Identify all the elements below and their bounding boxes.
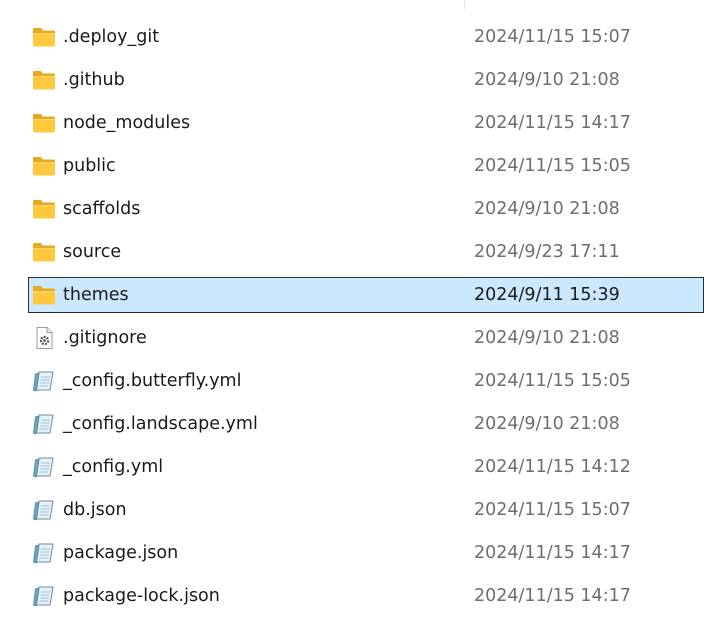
file-date-modified: 2024/9/10 21:08 [474,328,620,348]
settings-file-icon [32,327,56,349]
file-row[interactable]: _config.landscape.yml 2024/9/10 21:08 [28,406,704,442]
folder-icon [32,155,56,177]
file-date-modified: 2024/9/10 21:08 [474,70,620,90]
file-date-modified: 2024/11/15 14:17 [474,113,631,133]
file-name: package-lock.json [63,586,220,606]
file-date-modified: 2024/11/15 14:17 [474,586,631,606]
file-name: themes [63,285,129,305]
file-date-modified: 2024/11/15 14:17 [474,543,631,563]
file-row[interactable]: scaffolds 2024/9/10 21:08 [28,191,704,227]
file-name: scaffolds [63,199,141,219]
file-row[interactable]: db.json 2024/11/15 15:07 [28,492,704,528]
file-row[interactable]: node_modules 2024/11/15 14:17 [28,105,704,141]
file-row[interactable]: .gitignore 2024/9/10 21:08 [28,320,704,356]
file-name: _config.landscape.yml [63,414,258,434]
folder-icon [32,284,56,306]
file-row[interactable]: package-lock.json 2024/11/15 14:17 [28,578,704,614]
file-name: package.json [63,543,179,563]
file-date-modified: 2024/11/15 15:05 [474,156,631,176]
file-date-modified: 2024/11/15 15:05 [474,371,631,391]
file-name: _config.yml [63,457,164,477]
file-row[interactable]: themes 2024/9/11 15:39 [28,277,704,313]
file-name: .deploy_git [63,27,160,47]
file-row[interactable]: .github 2024/9/10 21:08 [28,62,704,98]
text-file-icon [32,499,56,521]
folder-icon [32,112,56,134]
file-date-modified: 2024/11/15 15:07 [474,27,631,47]
file-row[interactable]: .deploy_git 2024/11/15 15:07 [28,19,704,55]
folder-icon [32,69,56,91]
file-name: db.json [63,500,127,520]
text-file-icon [32,585,56,607]
folder-icon [32,26,56,48]
text-file-icon [32,456,56,478]
file-name: .github [63,70,125,90]
file-date-modified: 2024/9/10 21:08 [474,199,620,219]
file-list: .deploy_git 2024/11/15 15:07 .github 2024/9… [0,0,704,637]
file-date-modified: 2024/9/10 21:08 [474,414,620,434]
text-file-icon [32,542,56,564]
column-divider[interactable] [464,0,465,9]
file-name: public [63,156,116,176]
text-file-icon [32,413,56,435]
file-name: _config.butterfly.yml [63,371,242,391]
file-date-modified: 2024/11/15 15:07 [474,500,631,520]
folder-icon [32,241,56,263]
file-name: node_modules [63,113,191,133]
file-date-modified: 2024/11/15 14:12 [474,457,631,477]
file-row[interactable]: _config.butterfly.yml 2024/11/15 15:05 [28,363,704,399]
file-date-modified: 2024/9/11 15:39 [474,285,620,305]
file-name: source [63,242,122,262]
file-row[interactable]: source 2024/9/23 17:11 [28,234,704,270]
folder-icon [32,198,56,220]
text-file-icon [32,370,56,392]
file-date-modified: 2024/9/23 17:11 [474,242,620,262]
file-name: .gitignore [63,328,147,348]
file-row[interactable]: package.json 2024/11/15 14:17 [28,535,704,571]
file-row[interactable]: public 2024/11/15 15:05 [28,148,704,184]
file-row[interactable]: _config.yml 2024/11/15 14:12 [28,449,704,485]
